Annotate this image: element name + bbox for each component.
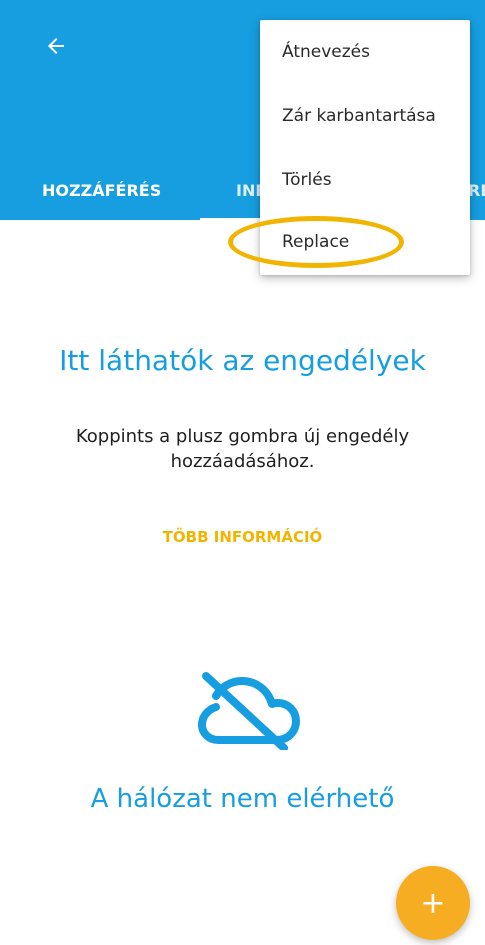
menu-item-lock-maintenance[interactable]: Zár karbantartása <box>260 88 470 144</box>
overflow-menu: Átnevezés Zár karbantartása Törlés Repla… <box>260 20 470 275</box>
menu-item-rename[interactable]: Átnevezés <box>260 24 470 80</box>
app-screen: HOZZÁFÉRÉS INF RE Átnevezés Zár karbanta… <box>0 0 485 945</box>
menu-item-replace[interactable]: Replace <box>260 214 470 270</box>
arrow-left-icon <box>48 38 64 54</box>
empty-state-title: Itt láthatók az engedélyek <box>59 344 426 377</box>
cloud-off-icon <box>198 672 300 750</box>
network-unavailable-message: A hálózat nem elérhető <box>90 784 395 814</box>
empty-state-description: Koppints a plusz gombra új engedély hozz… <box>75 426 410 472</box>
plus-icon: + <box>420 885 446 921</box>
back-button[interactable] <box>30 20 82 72</box>
tab-access[interactable]: HOZZÁFÉRÉS <box>42 160 161 220</box>
more-info-link[interactable]: TÖBB INFORMÁCIÓ <box>0 528 485 546</box>
add-permission-fab[interactable]: + <box>396 866 470 940</box>
menu-item-delete[interactable]: Törlés <box>260 152 470 208</box>
tab-third[interactable]: RE <box>468 160 485 220</box>
